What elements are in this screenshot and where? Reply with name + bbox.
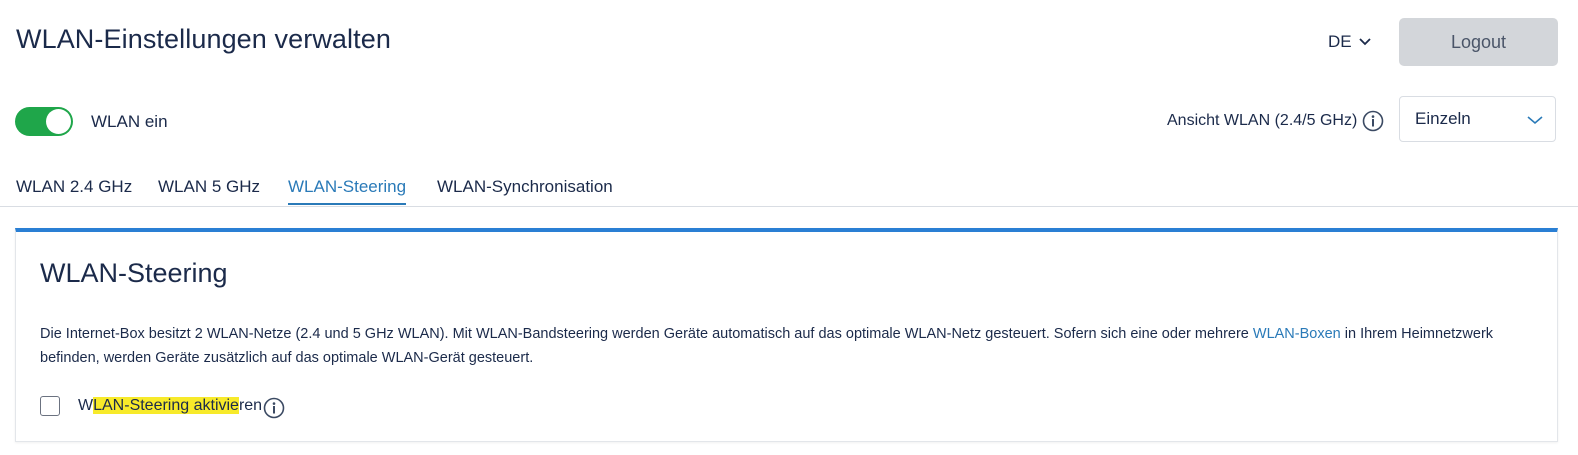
wlan-boxen-link[interactable]: WLAN-Boxen — [1253, 326, 1341, 342]
page-title: WLAN-Einstellungen verwalten — [16, 24, 391, 54]
checkbox-label-highlight: LAN-Steering aktivie — [93, 397, 239, 414]
language-label: DE — [1328, 32, 1352, 51]
steering-checkbox[interactable] — [40, 396, 60, 416]
info-icon[interactable] — [263, 397, 285, 419]
wlan-toggle-label: WLAN ein — [91, 112, 168, 131]
info-icon[interactable] — [1362, 110, 1384, 132]
view-select-value: Einzeln — [1415, 109, 1471, 128]
tab-wlan-24[interactable]: WLAN 2.4 GHz — [16, 177, 132, 203]
logout-button[interactable]: Logout — [1399, 18, 1558, 66]
language-selector[interactable]: DE — [1328, 32, 1372, 52]
wlan-toggle[interactable] — [15, 107, 73, 136]
toggle-knob — [46, 109, 71, 134]
tab-wlan-steering[interactable]: WLAN-Steering — [288, 177, 407, 205]
steering-checkbox-label[interactable]: WLAN-Steering aktivieren — [78, 397, 262, 415]
tab-bar: WLAN 2.4 GHz WLAN 5 GHz WLAN-Steering WL… — [0, 172, 1578, 207]
chevron-down-icon — [1358, 38, 1371, 46]
view-select[interactable]: Einzeln — [1399, 96, 1556, 142]
steering-card: WLAN-Steering Die Internet-Box besitzt 2… — [15, 228, 1558, 442]
view-label: Ansicht WLAN (2.4/5 GHz) — [1167, 112, 1358, 129]
checkbox-label-pre: W — [78, 397, 94, 414]
checkbox-label-post: ren — [238, 397, 263, 414]
card-title: WLAN-Steering — [40, 258, 228, 288]
description-text-1: Die Internet-Box besitzt 2 WLAN-Netze (2… — [40, 326, 1253, 342]
page: WLAN-Einstellungen verwalten DE Logout W… — [0, 0, 1578, 455]
tab-wlan-synchronisation[interactable]: WLAN-Synchronisation — [437, 177, 613, 203]
chevron-down-icon — [1527, 116, 1543, 125]
card-description: Die Internet-Box besitzt 2 WLAN-Netze (2… — [40, 322, 1520, 370]
tab-wlan-5[interactable]: WLAN 5 GHz — [158, 177, 260, 203]
